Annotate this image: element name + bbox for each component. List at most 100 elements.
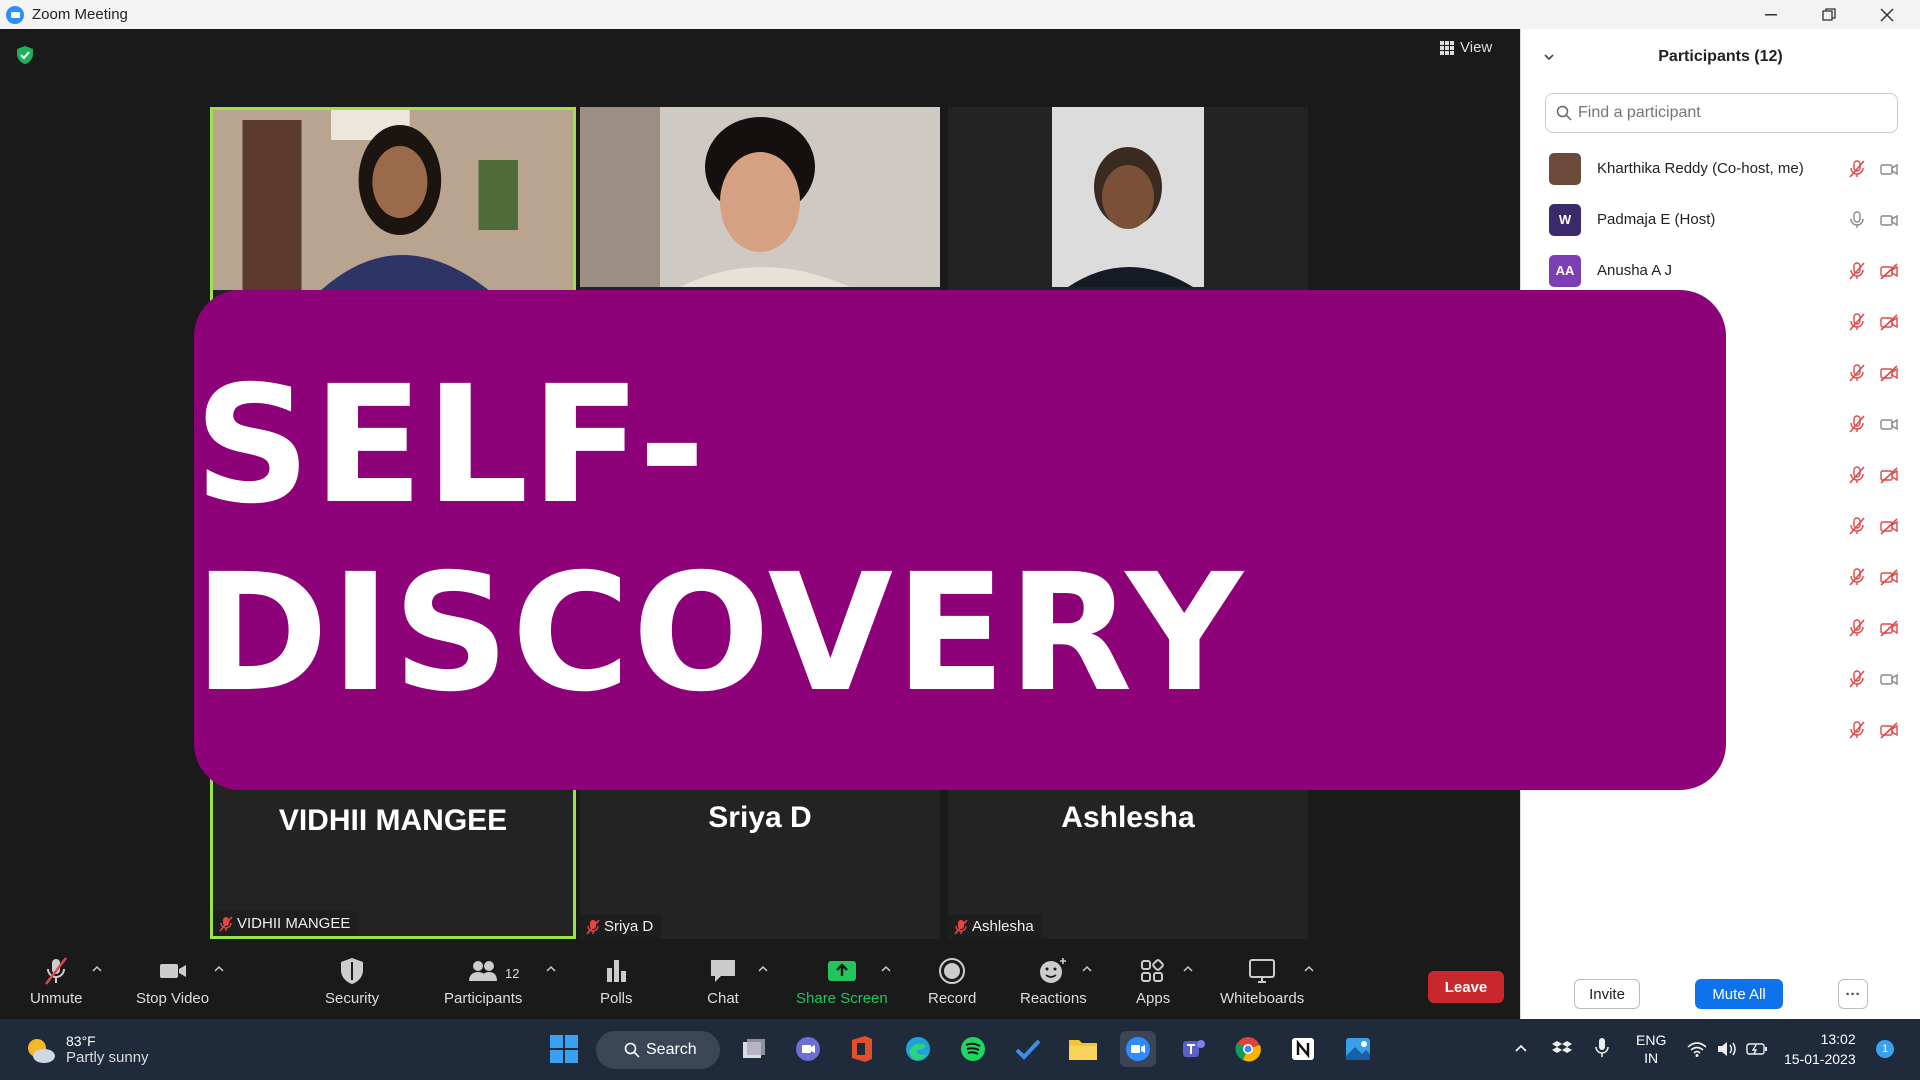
microphone-icon[interactable] (1594, 1037, 1610, 1059)
weather-widget[interactable]: 83°F Partly sunny (24, 1033, 149, 1066)
video-camera-icon[interactable] (1879, 159, 1899, 179)
chevron-up-icon[interactable] (757, 964, 769, 974)
video-camera-icon[interactable] (1879, 414, 1899, 434)
reactions-icon (1040, 958, 1067, 983)
video-off-icon[interactable] (1879, 516, 1899, 536)
participant-big-name: VIDHII MANGEE (278, 804, 508, 837)
video-off-icon[interactable] (1879, 720, 1899, 740)
chevron-up-icon[interactable] (1182, 964, 1194, 974)
muted-mic-icon (586, 918, 600, 935)
muted-mic-icon[interactable] (1847, 567, 1867, 587)
window-title: Zoom Meeting (32, 6, 128, 23)
meeting-toolbar: Unmute Stop Video Security Participants … (0, 946, 1520, 1019)
muted-mic-icon[interactable] (1847, 414, 1867, 434)
muted-mic-icon[interactable] (1847, 363, 1867, 383)
participants-title: Participants (12) (1658, 48, 1783, 65)
edge-browser-icon[interactable] (900, 1031, 936, 1067)
banner-text: SELF-DISCOVERY (194, 352, 1245, 728)
photos-icon[interactable] (1340, 1031, 1376, 1067)
mute-all-button[interactable]: Mute All (1695, 979, 1783, 1009)
chat-button[interactable]: Chat (707, 956, 739, 1007)
clock-date: 15-01-2023 (1784, 1051, 1856, 1067)
video-off-icon[interactable] (1879, 363, 1899, 383)
windows-start-button[interactable] (546, 1031, 582, 1067)
mic-icon[interactable] (1847, 210, 1867, 230)
muted-mic-icon[interactable] (1847, 720, 1867, 740)
muted-mic-icon[interactable] (1847, 669, 1867, 689)
participant-search[interactable] (1545, 93, 1898, 133)
muted-mic-icon[interactable] (1847, 516, 1867, 536)
muted-mic-icon[interactable] (1847, 618, 1867, 638)
file-explorer-icon[interactable] (1065, 1031, 1101, 1067)
chrome-icon[interactable] (1230, 1031, 1266, 1067)
participants-button[interactable]: Participants (444, 956, 522, 1007)
chevron-up-icon[interactable] (91, 964, 103, 974)
view-button[interactable]: View (1440, 39, 1492, 56)
participant-name: Anusha A J (1597, 262, 1673, 279)
participant-search-input[interactable] (1578, 104, 1878, 122)
chevron-up-icon[interactable] (1514, 1043, 1528, 1053)
security-button[interactable]: Security (325, 956, 379, 1007)
share-screen-button[interactable]: Share Screen (796, 956, 888, 1007)
zoom-taskbar-icon[interactable] (1120, 1031, 1156, 1067)
video-off-icon[interactable] (1879, 618, 1899, 638)
minimize-button[interactable] (1742, 0, 1800, 29)
participant-big-name: Ashlesha (1061, 801, 1195, 834)
participant-row[interactable]: Kharthika Reddy (Co-host, me) (1521, 143, 1920, 194)
invite-button[interactable]: Invite (1574, 979, 1640, 1009)
leave-button[interactable]: Leave (1428, 971, 1504, 1003)
notification-badge[interactable]: 1 (1876, 1040, 1894, 1058)
participant-row[interactable]: AA Anusha A J (1521, 245, 1920, 296)
battery-icon[interactable] (1746, 1041, 1768, 1057)
notion-icon[interactable] (1285, 1031, 1321, 1067)
whiteboards-button[interactable]: Whiteboards (1220, 956, 1304, 1007)
stop-video-button[interactable]: Stop Video (136, 956, 209, 1007)
task-view-icon[interactable] (736, 1031, 772, 1067)
chevron-up-icon[interactable] (1303, 964, 1315, 974)
restore-button[interactable] (1800, 0, 1858, 29)
volume-icon[interactable] (1717, 1040, 1739, 1058)
restore-icon (1822, 7, 1836, 21)
dropbox-icon[interactable] (1552, 1039, 1572, 1057)
apps-button[interactable]: Apps (1136, 956, 1170, 1007)
record-button[interactable]: Record (928, 956, 976, 1007)
participant-row[interactable]: W Padmaja E (Host) (1521, 194, 1920, 245)
chevron-up-icon[interactable] (213, 964, 225, 974)
todo-icon[interactable] (1010, 1031, 1046, 1067)
participant-big-name: Sriya D (708, 801, 812, 834)
reactions-button[interactable]: Reactions (1020, 956, 1087, 1007)
more-options-button[interactable]: ··· (1838, 979, 1868, 1009)
chevron-up-icon[interactable] (545, 964, 557, 974)
close-button[interactable] (1858, 0, 1916, 29)
chevron-up-icon[interactable] (1081, 964, 1093, 974)
windows-taskbar: 83°F Partly sunny Search ENG IN 13:02 15… (0, 1019, 1920, 1080)
clock[interactable]: 13:02 15-01-2023 (1784, 1029, 1856, 1069)
video-off-icon[interactable] (1879, 567, 1899, 587)
chevron-down-icon[interactable] (1543, 51, 1555, 63)
teams-icon[interactable] (1175, 1031, 1211, 1067)
taskbar-search[interactable]: Search (596, 1031, 720, 1069)
muted-mic-icon[interactable] (1847, 312, 1867, 332)
video-camera-icon[interactable] (1879, 210, 1899, 230)
muted-mic-icon[interactable] (1847, 465, 1867, 485)
spotify-icon[interactable] (955, 1031, 991, 1067)
muted-mic-icon[interactable] (1847, 159, 1867, 179)
chevron-up-icon[interactable] (880, 964, 892, 974)
wifi-icon[interactable] (1687, 1041, 1707, 1057)
encryption-shield-icon[interactable] (15, 45, 35, 65)
muted-mic-icon[interactable] (1847, 261, 1867, 281)
avatar: W (1549, 203, 1581, 236)
polls-button[interactable]: Polls (600, 956, 633, 1007)
language-indicator[interactable]: ENG IN (1636, 1031, 1666, 1067)
video-off-icon[interactable] (1879, 465, 1899, 485)
apps-icon (1141, 959, 1164, 982)
video-off-icon[interactable] (1879, 312, 1899, 332)
office-icon[interactable] (844, 1031, 880, 1067)
record-icon (939, 958, 966, 984)
participant-video (580, 107, 940, 287)
unmute-button[interactable]: Unmute (30, 956, 83, 1007)
video-camera-icon[interactable] (1879, 669, 1899, 689)
meet-icon[interactable] (790, 1031, 826, 1067)
video-off-icon[interactable] (1879, 261, 1899, 281)
minimize-icon (1765, 13, 1777, 15)
